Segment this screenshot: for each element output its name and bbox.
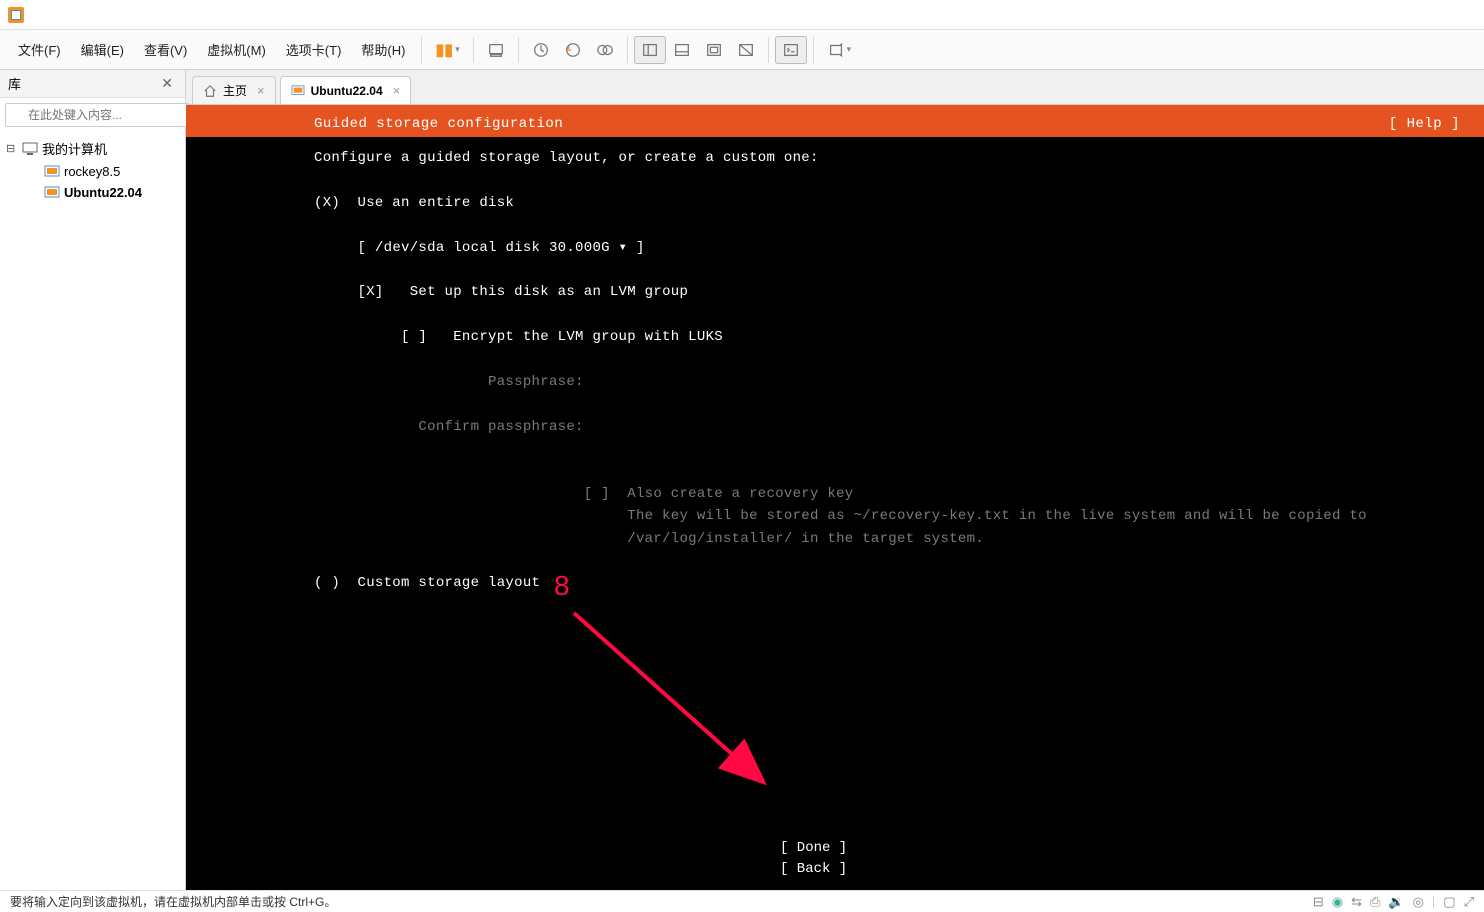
option-entire-disk[interactable]: (X) Use an entire disk: [314, 195, 514, 211]
vm-item-icon: [44, 165, 60, 179]
separator: [518, 37, 519, 63]
sidebar: 库 ✕ ▼ ⊟ 我的计算机 rockey8.5: [0, 70, 186, 890]
installer-subtitle: Configure a guided storage layout, or cr…: [314, 150, 819, 166]
view-single-button[interactable]: [634, 36, 666, 64]
confirm-passphrase-label: Confirm passphrase:: [418, 419, 583, 435]
vmware-icon: [8, 7, 24, 23]
separator: [473, 37, 474, 63]
pause-button[interactable]: ▮▮▾: [428, 36, 466, 64]
status-printer-icon[interactable]: ⎙: [1370, 894, 1380, 910]
computer-icon: [22, 142, 38, 156]
separator: [421, 37, 422, 63]
revert-snapshot-button[interactable]: [557, 36, 589, 64]
menu-edit[interactable]: 编辑(E): [71, 34, 134, 65]
recovery-desc2: /var/log/installer/ in the target system…: [627, 531, 984, 547]
status-bar: 要将输入定向到该虚拟机，请在虚拟机内部单击或按 Ctrl+G。 ⊟ ◉ ⇆ ⎙ …: [0, 890, 1484, 912]
passphrase-label: Passphrase:: [488, 374, 584, 390]
installer-help-button[interactable]: [ Help ]: [1389, 116, 1460, 132]
installer-title: Guided storage configuration: [314, 116, 563, 132]
vm-item-icon: [44, 186, 60, 200]
sidebar-close-button[interactable]: ✕: [157, 75, 177, 92]
vm-tab-icon: [291, 85, 305, 97]
disk-selector[interactable]: [ /dev/sda local disk 30.000G ▾ ]: [358, 240, 645, 256]
menu-file[interactable]: 文件(F): [8, 34, 71, 65]
recovery-checkbox: [ ]: [584, 486, 610, 502]
installer-header: Guided storage configuration [ Help ]: [186, 111, 1484, 137]
tab-home[interactable]: 主页 ×: [192, 76, 276, 104]
menu-bar: 文件(F) 编辑(E) 查看(V) 虚拟机(M) 选项卡(T) 帮助(H) ▮▮…: [0, 30, 1484, 70]
recovery-label: Also create a recovery key: [627, 486, 853, 502]
tab-bar: 主页 × Ubuntu22.04 ×: [186, 70, 1484, 104]
installer-buttons: [ Done ] [ Back ]: [186, 838, 1484, 880]
installer-body: Configure a guided storage layout, or cr…: [186, 137, 1484, 595]
console-button[interactable]: [775, 36, 807, 64]
sidebar-header: 库 ✕: [0, 70, 185, 98]
vm-console[interactable]: Guided storage configuration [ Help ] Co…: [186, 104, 1484, 890]
menu-vm[interactable]: 虚拟机(M): [197, 34, 276, 65]
view-fullscreen-button[interactable]: [698, 36, 730, 64]
stretch-button[interactable]: ▾: [820, 36, 859, 64]
done-button[interactable]: [ Done ]: [780, 838, 890, 859]
status-usb-icon[interactable]: ◎: [1413, 894, 1424, 910]
tree-root[interactable]: ⊟ 我的计算机: [0, 136, 185, 161]
tree-collapse-icon[interactable]: ⊟: [6, 142, 18, 155]
content-area: 主页 × Ubuntu22.04 × Guided storage config…: [186, 70, 1484, 890]
lvm-checkbox[interactable]: [X] Set up this disk as an LVM group: [358, 284, 689, 300]
title-bar: [0, 0, 1484, 30]
back-button[interactable]: [ Back ]: [780, 859, 890, 880]
home-icon: [203, 84, 217, 98]
status-cd-icon[interactable]: ◉: [1332, 894, 1343, 910]
main-container: 库 ✕ ▼ ⊟ 我的计算机 rockey8.5: [0, 70, 1484, 890]
tree-item-rockey[interactable]: rockey8.5: [0, 161, 185, 182]
status-network-icon[interactable]: ⇆: [1351, 894, 1362, 910]
snapshot-button[interactable]: [525, 36, 557, 64]
separator: [627, 37, 628, 63]
annotation-arrow: [566, 605, 786, 805]
encrypt-checkbox[interactable]: [ ] Encrypt the LVM group with LUKS: [401, 329, 723, 345]
menu-tabs[interactable]: 选项卡(T): [276, 34, 352, 65]
status-message-icon[interactable]: ▢: [1443, 894, 1455, 910]
tree-item-ubuntu[interactable]: Ubuntu22.04: [0, 182, 185, 203]
separator: [813, 37, 814, 63]
tab-ubuntu[interactable]: Ubuntu22.04 ×: [280, 76, 412, 104]
sidebar-title: 库: [8, 74, 21, 93]
status-text: 要将输入定向到该虚拟机，请在虚拟机内部单击或按 Ctrl+G。: [10, 893, 336, 910]
recovery-desc1: The key will be stored as ~/recovery-key…: [627, 508, 1367, 524]
view-unity-button[interactable]: [730, 36, 762, 64]
search-input[interactable]: [5, 103, 190, 127]
manage-snapshot-button[interactable]: [589, 36, 621, 64]
menu-help[interactable]: 帮助(H): [351, 34, 415, 65]
view-bottom-button[interactable]: [666, 36, 698, 64]
status-expand-icon[interactable]: ⤢: [1464, 894, 1474, 910]
send-ctrl-alt-del-button[interactable]: [480, 36, 512, 64]
status-disk-icon[interactable]: ⊟: [1313, 894, 1324, 910]
vm-tree: ⊟ 我的计算机 rockey8.5 Ubuntu22.04: [0, 132, 185, 207]
menu-view[interactable]: 查看(V): [134, 34, 197, 65]
separator: [768, 37, 769, 63]
tab-close-button[interactable]: ×: [393, 83, 401, 98]
status-sound-icon[interactable]: 🔉: [1388, 894, 1404, 910]
status-device-icons: ⊟ ◉ ⇆ ⎙ 🔉 ◎ | ▢ ⤢: [1313, 894, 1474, 910]
tab-close-button[interactable]: ×: [257, 83, 265, 98]
option-custom-layout[interactable]: ( ) Custom storage layout: [314, 575, 540, 591]
